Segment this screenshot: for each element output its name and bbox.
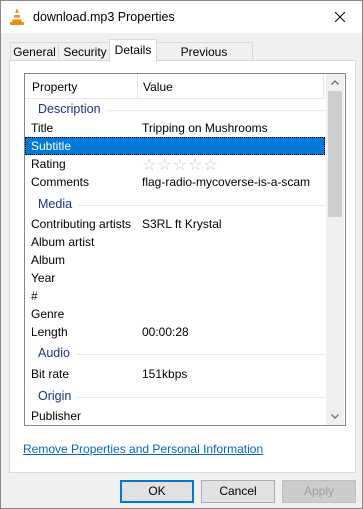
rating-stars[interactable]: ☆☆☆☆☆ <box>142 155 219 175</box>
apply-button-label: Apply <box>303 484 335 498</box>
window-title: download.mp3 Properties <box>33 10 175 24</box>
ok-button[interactable]: OK <box>120 480 194 503</box>
property-value[interactable]: S3RL ft Krystal <box>142 217 222 231</box>
property-row-track-number[interactable]: # <box>25 287 325 305</box>
property-row-length[interactable]: Length 00:00:28 <box>25 323 325 341</box>
close-icon <box>335 12 345 22</box>
group-media[interactable]: Media <box>25 195 325 213</box>
apply-button: Apply <box>282 480 356 503</box>
remove-properties-link[interactable]: Remove Properties and Personal Informati… <box>23 442 263 456</box>
property-row-bit-rate[interactable]: Bit rate 151kbps <box>25 365 325 383</box>
property-name: Genre <box>31 307 65 321</box>
group-label: Origin <box>38 389 78 403</box>
vertical-scrollbar[interactable] <box>326 74 344 425</box>
tab-details[interactable]: Details <box>109 39 157 62</box>
column-divider[interactable] <box>323 74 324 98</box>
property-name: Album artist <box>31 235 95 249</box>
property-row-title[interactable]: Title Tripping on Mushrooms <box>25 119 325 137</box>
property-name: Title <box>31 121 54 135</box>
property-name: Publisher <box>31 409 82 423</box>
property-name: Album <box>31 253 66 267</box>
close-button[interactable] <box>318 1 362 33</box>
properties-list[interactable]: Property Value Description Title Trippin… <box>24 73 346 426</box>
property-value[interactable]: Tripping on Mushrooms <box>142 121 268 135</box>
tab-security[interactable]: Security <box>58 42 112 61</box>
scroll-down-button[interactable] <box>326 408 344 425</box>
group-label: Media <box>38 197 79 211</box>
property-row-genre[interactable]: Genre <box>25 305 325 323</box>
property-name: Subtitle <box>31 139 72 153</box>
group-description[interactable]: Description <box>25 100 325 118</box>
details-panel: Property Value Description Title Trippin… <box>9 60 356 473</box>
group-divider-line <box>38 397 325 398</box>
property-name: Bit rate <box>31 367 70 381</box>
group-origin[interactable]: Origin <box>25 387 325 405</box>
property-row-album-artist[interactable]: Album artist <box>25 233 325 251</box>
property-name: # <box>31 289 38 303</box>
tab-security-label: Security <box>63 45 107 59</box>
group-audio[interactable]: Audio <box>25 344 325 362</box>
column-divider[interactable] <box>137 74 138 98</box>
scroll-up-button[interactable] <box>326 74 344 91</box>
property-name: Length <box>31 325 68 339</box>
title-bar[interactable]: download.mp3 Properties <box>1 1 362 33</box>
properties-dialog: download.mp3 Properties General Security… <box>0 0 363 509</box>
property-name: Year <box>31 271 56 285</box>
property-row-album[interactable]: Album <box>25 251 325 269</box>
property-row-year[interactable]: Year <box>25 269 325 287</box>
column-header-value[interactable]: Value <box>143 80 173 94</box>
group-label: Audio <box>38 346 76 360</box>
group-divider-line <box>38 354 325 355</box>
property-row-contributing-artists[interactable]: Contributing artists S3RL ft Krystal <box>25 215 325 233</box>
property-value: 00:00:28 <box>142 325 189 339</box>
cancel-button[interactable]: Cancel <box>201 480 275 503</box>
tab-details-label: Details <box>114 43 152 57</box>
tab-general-label: General <box>13 45 56 59</box>
scrollbar-thumb[interactable] <box>328 91 342 217</box>
property-row-subtitle[interactable]: Subtitle <box>25 137 325 155</box>
cancel-button-label: Cancel <box>219 484 257 498</box>
chevron-up-icon <box>331 80 339 85</box>
property-name: Comments <box>31 175 90 189</box>
property-row-comments[interactable]: Comments flag-radio-mycoverse-is-a-scam <box>25 173 325 191</box>
property-value: 151kbps <box>142 367 188 381</box>
property-row-publisher[interactable]: Publisher <box>25 407 325 425</box>
property-name: Rating <box>31 157 66 171</box>
chevron-down-icon <box>331 414 339 419</box>
group-label: Description <box>38 102 107 116</box>
property-name: Contributing artists <box>31 217 132 231</box>
tab-general[interactable]: General <box>10 42 59 61</box>
ok-button-label: OK <box>148 484 166 498</box>
group-divider-line <box>38 205 325 206</box>
tab-previous-versions[interactable]: Previous Versions <box>155 42 253 77</box>
property-row-rating[interactable]: Rating ☆☆☆☆☆ <box>25 155 325 175</box>
column-header-property[interactable]: Property <box>32 80 77 94</box>
property-value[interactable]: flag-radio-mycoverse-is-a-scam <box>142 175 310 189</box>
vlc-cone-icon <box>9 8 25 26</box>
list-header: Property Value <box>25 74 325 99</box>
